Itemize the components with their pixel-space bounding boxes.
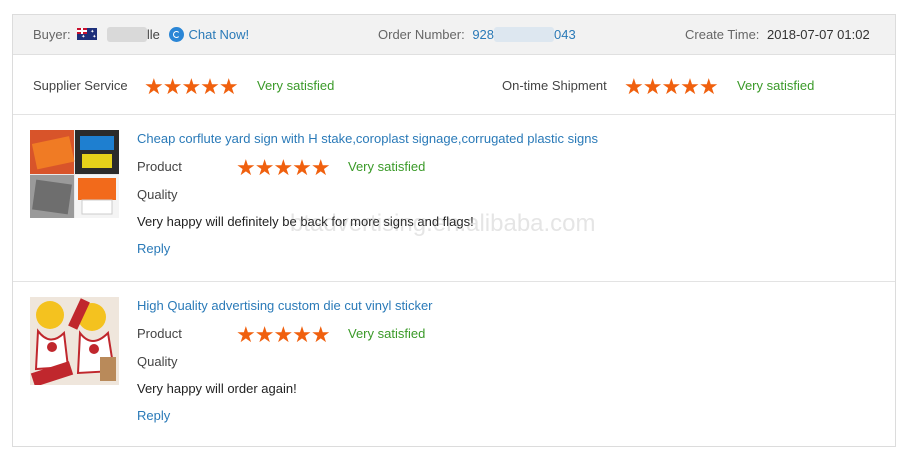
supplier-service-label: Supplier Service: [33, 78, 128, 93]
on-time-shipment-result: Very satisfied: [737, 78, 815, 93]
order-number-label: Order Number:: [378, 27, 465, 42]
product-rating-stars: ★★★★★: [236, 322, 331, 347]
order-review-panel: Buyer: ✦ ✦ ✦ lle Chat Now! Order Number: 9…: [12, 14, 896, 447]
buyer-name-fragment: lle: [146, 27, 160, 42]
buyer-label: Buyer:: [33, 27, 71, 42]
review-comment: Very happy will order again!: [137, 381, 297, 396]
buyer-info: Buyer: ✦ ✦ ✦ lle Chat Now!: [33, 27, 249, 42]
divider: [13, 114, 895, 115]
review-product-title[interactable]: Cheap corflute yard sign with H stake,co…: [137, 131, 598, 146]
product-rating-label: Product: [137, 159, 182, 174]
buyer-name-redacted: [106, 27, 147, 42]
product-rating-stars: ★★★★★: [236, 155, 331, 180]
supplier-service-result: Very satisfied: [257, 78, 335, 93]
supplier-service-stars: ★★★★★: [144, 74, 239, 99]
product-rating-label: Product: [137, 326, 182, 341]
order-number-prefix[interactable]: 928: [472, 27, 494, 42]
on-time-shipment-label: On-time Shipment: [502, 78, 607, 93]
chat-icon[interactable]: [169, 27, 185, 42]
create-time: Create Time: 2018-07-07 01:02: [685, 27, 870, 42]
product-thumbnail-vinyl-sticker[interactable]: [30, 297, 119, 385]
on-time-shipment-stars: ★★★★★: [624, 74, 719, 99]
order-number: Order Number: 928 043: [378, 27, 576, 42]
review-comment: Very happy will definitely be back for m…: [137, 214, 474, 229]
australia-flag-icon: ✦ ✦ ✦: [77, 28, 98, 40]
order-number-redacted: [494, 27, 555, 42]
product-thumbnail-corflute-sign[interactable]: [30, 130, 119, 218]
order-header-bar: Buyer: ✦ ✦ ✦ lle Chat Now! Order Number: 9…: [13, 15, 895, 55]
order-number-suffix[interactable]: 043: [554, 27, 576, 42]
create-time-value: 2018-07-07 01:02: [767, 27, 870, 42]
review-product-title[interactable]: High Quality advertising custom die cut …: [137, 298, 433, 313]
chat-now-link[interactable]: Chat Now!: [188, 27, 249, 42]
product-rating-result: Very satisfied: [348, 326, 426, 341]
quality-rating-label: Quality: [137, 354, 178, 369]
quality-rating-label: Quality: [137, 187, 178, 202]
create-time-label: Create Time:: [685, 27, 760, 42]
reply-link[interactable]: Reply: [137, 241, 170, 256]
divider: [13, 281, 895, 282]
product-rating-result: Very satisfied: [348, 159, 426, 174]
reply-link[interactable]: Reply: [137, 408, 170, 423]
